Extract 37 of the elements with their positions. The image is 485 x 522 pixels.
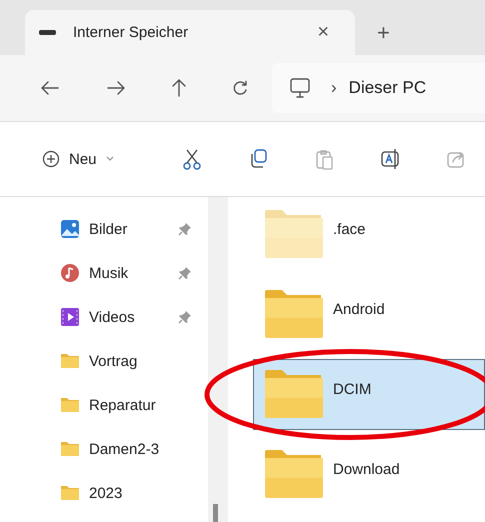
folder-icon: [60, 351, 80, 371]
sidebar-item[interactable]: Bilder: [60, 207, 208, 251]
scrollbar-thumb[interactable]: [213, 504, 218, 522]
breadcrumb-separator: ›: [331, 78, 337, 98]
up-icon[interactable]: [172, 79, 186, 97]
folder-icon: [60, 439, 80, 459]
sidebar-item[interactable]: Musik: [60, 251, 208, 295]
sidebar-item[interactable]: Vortrag: [60, 339, 208, 383]
picture-icon: [60, 219, 80, 239]
refresh-icon[interactable]: [232, 80, 248, 96]
video-icon: [60, 307, 80, 327]
sidebar-item[interactable]: Videos: [60, 295, 208, 339]
new-tab-button[interactable]: +: [377, 10, 390, 55]
sidebar-item[interactable]: Damen2-3: [60, 427, 208, 471]
new-button[interactable]: Neu: [40, 146, 116, 172]
chevron-down-icon: [106, 156, 114, 162]
folder-item[interactable]: Download: [253, 439, 485, 510]
folder-item[interactable]: DCIM: [253, 359, 485, 430]
sidebar-item[interactable]: Reparatur: [60, 383, 208, 427]
add-icon: [42, 150, 60, 168]
sidebar-item[interactable]: 2023: [60, 471, 208, 515]
tab-title: Interner Speicher: [73, 24, 190, 41]
rename-icon[interactable]: [380, 148, 400, 170]
scissors-icon[interactable]: [182, 148, 202, 170]
close-button[interactable]: ×: [317, 21, 329, 44]
drive-icon: [39, 30, 56, 35]
folder-item[interactable]: Android: [253, 279, 485, 350]
tab[interactable]: Interner Speicher ×: [25, 10, 355, 55]
forward-icon[interactable]: [106, 81, 126, 95]
breadcrumb[interactable]: Dieser PC: [348, 78, 426, 98]
address-bar[interactable]: › Dieser PC: [272, 63, 485, 113]
folder-item[interactable]: .face: [253, 199, 485, 270]
folder-icon: [60, 483, 80, 503]
music-icon: [60, 263, 80, 283]
back-icon[interactable]: [40, 81, 60, 95]
folder-icon: [60, 395, 80, 415]
monitor-icon: [289, 77, 311, 99]
